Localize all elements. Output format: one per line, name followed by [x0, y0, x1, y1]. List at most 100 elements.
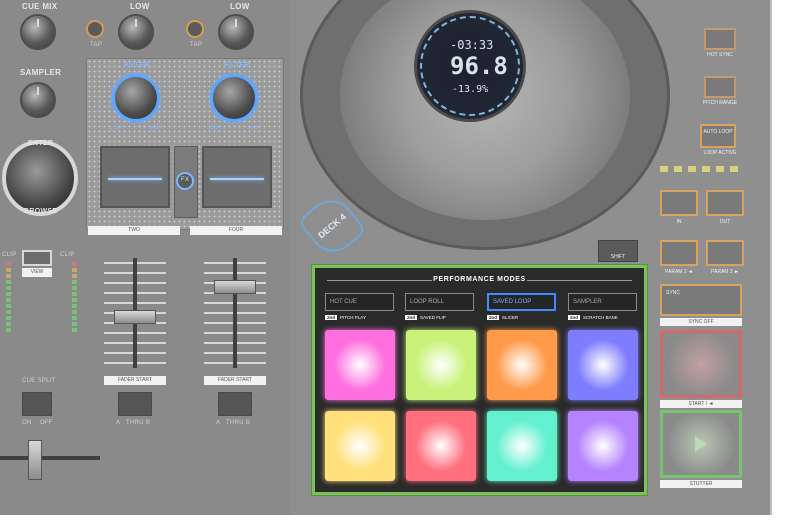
param2-plus-label: PARAM 2 ► [711, 269, 739, 275]
performance-pad-4[interactable] [568, 330, 638, 400]
saved-loop-shift-row: 2nd SLICER [487, 315, 518, 322]
performance-pad-8[interactable] [568, 411, 638, 481]
loop-led-row [660, 166, 740, 172]
sampler-mode-button[interactable]: SAMPLER [568, 293, 637, 311]
jog-pitch-readout: -13.9% [452, 84, 489, 95]
slicer-label: SLICER [502, 315, 519, 320]
lpf-label-right: LPF [208, 126, 220, 132]
performance-pad-1[interactable] [325, 330, 395, 400]
channel-fader-left[interactable] [114, 310, 156, 324]
param1-minus-button[interactable] [660, 240, 698, 266]
tap-button-left[interactable] [86, 20, 104, 38]
crossfader-track [0, 456, 100, 460]
fader-start-label-right: FADER START [204, 376, 266, 385]
performance-pad-5[interactable] [325, 411, 395, 481]
filter-knob-left[interactable] [112, 74, 160, 122]
four-label: FOUR [190, 226, 282, 235]
cue-split-switch[interactable] [22, 392, 52, 416]
param1-plus-button[interactable] [706, 240, 744, 266]
param2-minus-label: PARAM 2 ◄ [665, 269, 693, 275]
tap-label-right: TAP [190, 42, 203, 48]
sampler-volume-knob[interactable] [20, 82, 56, 118]
fx-meter-right [202, 146, 272, 208]
play-pause-button[interactable] [660, 410, 742, 478]
loop-roll-mode-button[interactable]: LOOP ROLL [405, 293, 474, 311]
performance-pad-6[interactable] [406, 411, 476, 481]
filter-label-right: FILTER [224, 62, 250, 69]
second-key-badge: 2nd [325, 315, 338, 320]
saved-flip-label: SAVED FLIP [420, 315, 446, 320]
fx-meter-left [100, 146, 170, 208]
low-eq-knob-left[interactable] [118, 14, 154, 50]
b-label-right: B [246, 420, 251, 426]
sync-button[interactable]: SYNC [660, 284, 742, 316]
filter-knob-right[interactable] [210, 74, 258, 122]
performance-pad-7[interactable] [487, 411, 557, 481]
b-label-left: B [146, 420, 151, 426]
loop-in-button[interactable] [660, 190, 698, 216]
enter-label: ENTER [28, 140, 54, 147]
fx-label: FX [181, 177, 190, 183]
fader-track-right [233, 258, 237, 368]
second-key-badge: 2nd [405, 315, 418, 320]
vu-meter-right [72, 262, 77, 334]
second-key-badge: 2nd [568, 315, 581, 320]
performance-pad-3[interactable] [487, 330, 557, 400]
hpf-label-right: HPF [248, 126, 261, 132]
hpf-label-left: HPF [150, 126, 163, 132]
sampler-label: SAMPLER [20, 68, 62, 77]
filter-label-left: FILTER [124, 62, 150, 69]
performance-modes-panel: PERFORMANCE MODES HOT CUE LOOP ROLL SAVE… [312, 265, 647, 495]
stutter-label: STUTTER [660, 480, 742, 488]
hot-cue-label: HOT CUE [330, 299, 357, 305]
loop-active-label: LOOP ACTIVE [703, 150, 737, 156]
mixer-section: CUE MIX SAMPLER ENTER BROWSE TAP TAP LOW… [0, 0, 290, 515]
loop-out-button[interactable] [706, 190, 744, 216]
crossfader-assign-switch-right[interactable] [218, 392, 252, 416]
cue-mix-knob[interactable] [20, 14, 56, 50]
low-eq-label-left: LOW [130, 2, 150, 11]
crossfader-assign-switch-left[interactable] [118, 392, 152, 416]
saved-loop-mode-button[interactable]: SAVED LOOP [487, 293, 556, 311]
performance-pad-2[interactable] [406, 330, 476, 400]
loop-roll-shift-row: 2nd SAVED FLIP [405, 315, 446, 322]
sync-label: SYNC [666, 290, 680, 296]
low-eq-label-right: LOW [230, 2, 250, 11]
browse-label: BROWSE [24, 208, 58, 215]
pitch-range-button[interactable] [704, 76, 736, 98]
cue-mix-label: CUE MIX [22, 2, 58, 11]
lpf-label-left: LPF [110, 126, 122, 132]
a-label-left: A [116, 420, 121, 426]
thru-label-right: THRU [226, 420, 244, 426]
out-label: OUT [719, 219, 731, 225]
clip-label-left: CLIP [2, 252, 17, 258]
shift-label: SHIFT [610, 254, 626, 260]
tap-button-right[interactable] [186, 20, 204, 38]
pitch-play-label: PITCH PLAY [340, 315, 366, 320]
on-label: ON [22, 420, 32, 426]
hot-sync-button[interactable] [704, 28, 736, 50]
cue-button[interactable] [660, 330, 742, 398]
pm-rule-right [527, 280, 632, 281]
channel-fader-right[interactable] [214, 280, 256, 294]
clip-label-right: CLIP [60, 252, 75, 258]
sync-off-label: SYNC OFF [660, 318, 742, 326]
sampler-shift-row: 2nd SCRATCH BANK [568, 315, 618, 322]
view-button[interactable] [22, 250, 52, 266]
two-label: TWO [88, 226, 180, 235]
browse-encoder[interactable] [2, 140, 78, 216]
jog-bpm-readout: 96.8 [450, 52, 508, 80]
loop-roll-label: LOOP ROLL [410, 299, 444, 305]
hot-cue-mode-button[interactable]: HOT CUE [325, 293, 394, 311]
crossfader[interactable] [28, 440, 42, 480]
cue-split-label: CUE SPLIT [22, 378, 56, 384]
fader-start-label-left: FADER START [104, 376, 166, 385]
second-key-badge: 2nd [487, 315, 500, 320]
pitch-range-label: PITCH RANGE [702, 100, 738, 106]
start-label: START / ◄ [660, 400, 742, 408]
off-label: OFF [40, 420, 53, 426]
low-eq-knob-right[interactable] [218, 14, 254, 50]
tap-label-left: TAP [90, 42, 103, 48]
auto-loop-button[interactable]: AUTO LOOP [700, 124, 736, 148]
sampler-label: SAMPLER [573, 299, 602, 305]
